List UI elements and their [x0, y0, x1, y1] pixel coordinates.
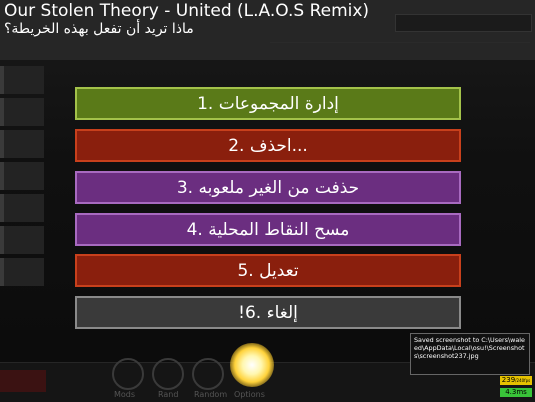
- list-item: [0, 98, 44, 126]
- footer-label: Rand: [158, 390, 179, 399]
- mods-icon: [112, 358, 144, 390]
- dialog-question: ماذا تريد أن تفعل بهذه الخريطة؟: [4, 21, 194, 37]
- fps-value: 239: [501, 376, 516, 384]
- delete-button[interactable]: ...احذف .2: [75, 129, 461, 162]
- dialog-title: Our Stolen Theory - United (L.A.O.S Remi…: [4, 1, 370, 21]
- rewind-icon: [192, 358, 224, 390]
- fps-counter: 239/240fps: [500, 376, 532, 385]
- list-item: [0, 194, 44, 222]
- fps-suffix: /240fps: [515, 378, 531, 383]
- back-button: [0, 370, 46, 392]
- cancel-button[interactable]: إلغاء .6!: [75, 296, 461, 329]
- manage-collections-button[interactable]: إدارة المجموعات .1: [75, 87, 461, 120]
- list-item: [0, 258, 44, 286]
- list-item: [0, 130, 44, 158]
- random-icon: [152, 358, 184, 390]
- clear-local-scores-button[interactable]: مسح النقاط المحلية .4: [75, 213, 461, 246]
- footer-label: Options: [234, 390, 265, 399]
- frametime-counter: 4.3ms: [500, 388, 532, 397]
- edit-button[interactable]: تعديل .5: [75, 254, 461, 287]
- background-sort-tabs: [270, 30, 530, 43]
- list-item: [0, 66, 44, 94]
- footer-label: Random: [194, 390, 228, 399]
- list-item: [0, 162, 44, 190]
- background-beatmap-list: [0, 66, 44, 316]
- cursor-glow-icon: [230, 343, 274, 387]
- screenshot-notification[interactable]: Saved screenshot to C:\Users\waleed\AppD…: [410, 333, 530, 375]
- list-item: [0, 226, 44, 254]
- remove-from-unplayed-button[interactable]: حذفت من الغير ملعوبه .3: [75, 171, 461, 204]
- footer-label: Mods: [114, 390, 136, 399]
